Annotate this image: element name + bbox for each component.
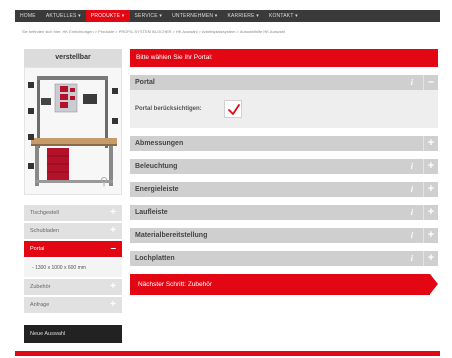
expand-icon[interactable]: + <box>423 205 438 220</box>
nav-aktuelles[interactable]: AKTUELLES ▾ <box>41 10 86 22</box>
minus-icon[interactable]: – <box>110 241 116 257</box>
plus-icon[interactable]: + <box>110 205 116 221</box>
nav-kontakt[interactable]: KONTAKT ▾ <box>264 10 303 22</box>
expand-icon[interactable]: + <box>423 136 438 151</box>
sidebar-item-label: Zubehör <box>30 284 51 290</box>
info-icon[interactable]: i <box>411 254 413 263</box>
next-step-button[interactable]: Nächster Schritt: Zubehör <box>130 274 438 295</box>
sidebar-item-label: Portal <box>30 246 45 252</box>
section-energieleiste[interactable]: Energieleiste i + <box>130 182 438 197</box>
section-title: Laufleiste <box>135 209 168 216</box>
sidebar-item-portal[interactable]: Portal – <box>24 241 122 257</box>
portal-checkbox-label: Portal berücksichtigen: <box>135 106 202 112</box>
configurator-sidebar: verstellbar ⚲ Tischgestell + Schubladen … <box>24 49 122 343</box>
plus-icon[interactable]: + <box>110 223 116 239</box>
collapse-icon[interactable]: – <box>423 75 438 90</box>
footer-accent-bar <box>15 351 440 356</box>
nav-karriere[interactable]: KARRIERE ▾ <box>222 10 263 22</box>
nav-home[interactable]: HOME <box>15 10 41 22</box>
sidebar-item-schubladen[interactable]: Schubladen + <box>24 223 122 239</box>
checkmark-icon <box>227 104 240 115</box>
section-title: Lochplatten <box>135 255 175 262</box>
nav-produkte[interactable]: PRODUKTE ▾ <box>85 10 130 22</box>
sidebar-steps: Tischgestell + Schubladen + Portal – - 1… <box>24 205 122 313</box>
sidebar-item-anfrage[interactable]: Anfrage + <box>24 297 122 313</box>
section-title: Beleuchtung <box>135 163 178 170</box>
expand-icon[interactable]: + <box>423 159 438 174</box>
info-icon[interactable]: i <box>411 231 413 240</box>
arrow-right-icon <box>430 274 438 294</box>
section-title: Energieleiste <box>135 186 179 193</box>
nav-service[interactable]: SERVICE ▾ <box>130 10 168 22</box>
sidebar-item-label: Tischgestell <box>30 210 59 216</box>
expand-icon[interactable]: + <box>423 182 438 197</box>
section-abmessungen[interactable]: Abmessungen + <box>130 136 438 151</box>
new-selection-button[interactable]: Neue Auswahl <box>24 325 122 343</box>
magnifier-icon[interactable]: ⚲ <box>97 175 111 189</box>
step-header: Bitte wählen Sie Ihr Portal: <box>130 49 438 67</box>
section-lochplatten[interactable]: Lochplatten i + <box>130 251 438 266</box>
sidebar-item-label: Schubladen <box>30 228 60 234</box>
expand-icon[interactable]: + <box>423 228 438 243</box>
section-title: Abmessungen <box>135 140 184 147</box>
section-beleuchtung[interactable]: Beleuchtung i + <box>130 159 438 174</box>
plus-icon[interactable]: + <box>110 279 116 295</box>
section-portal-body: Portal berücksichtigen: <box>130 90 438 128</box>
sidebar-subitem-dimension[interactable]: - 1300 x 1000 x 600 mm <box>24 259 122 277</box>
sidebar-title: verstellbar <box>24 49 122 67</box>
section-laufleiste[interactable]: Laufleiste i + <box>130 205 438 220</box>
section-portal-header[interactable]: Portal i – <box>130 75 438 90</box>
section-title: Materialbereitstellung <box>135 232 208 239</box>
plus-icon[interactable]: + <box>110 297 116 313</box>
product-image[interactable]: ⚲ <box>24 67 122 195</box>
section-materialbereitstellung[interactable]: Materialbereitstellung i + <box>130 228 438 243</box>
sidebar-item-label: Anfrage <box>30 302 50 308</box>
dimension-label: - 1300 x 1000 x 600 mm <box>32 265 86 271</box>
info-icon[interactable]: i <box>411 162 413 171</box>
info-icon[interactable]: i <box>411 185 413 194</box>
portal-checkbox[interactable] <box>223 100 242 118</box>
breadcrumb[interactable]: Sie befinden sich hier: HK Einrichtungen… <box>22 29 285 34</box>
sidebar-item-tischgestell[interactable]: Tischgestell + <box>24 205 122 221</box>
nav-unternehmen[interactable]: UNTERNEHMEN ▾ <box>167 10 222 22</box>
top-navigation: HOME AKTUELLES ▾ PRODUKTE ▾ SERVICE ▾ UN… <box>15 10 440 22</box>
next-step-label: Nächster Schritt: Zubehör <box>138 281 213 288</box>
info-icon[interactable]: i <box>411 208 413 217</box>
sidebar-item-zubehoer[interactable]: Zubehör + <box>24 279 122 295</box>
section-title: Portal <box>135 79 155 86</box>
configurator-main: Bitte wählen Sie Ihr Portal: Portal i – … <box>130 49 438 295</box>
info-icon[interactable]: i <box>411 78 413 87</box>
expand-icon[interactable]: + <box>423 251 438 266</box>
